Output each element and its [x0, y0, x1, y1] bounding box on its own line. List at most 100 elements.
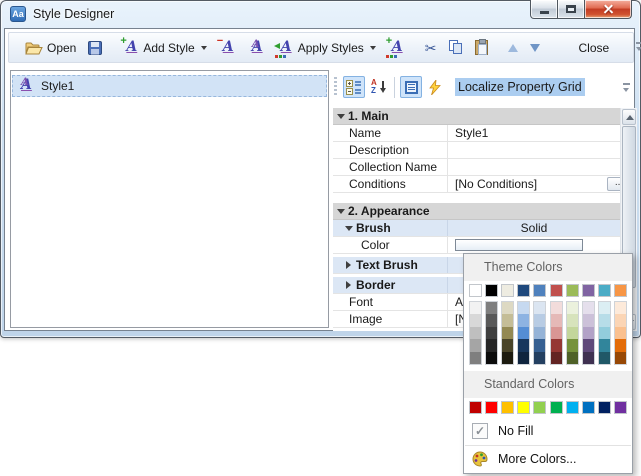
cut-button[interactable]: ✂	[420, 38, 442, 58]
color-variant-swatch[interactable]	[551, 314, 562, 326]
color-variant-swatch[interactable]	[486, 327, 497, 339]
color-variant-swatch[interactable]	[567, 352, 578, 364]
save-button[interactable]	[83, 38, 107, 58]
copy-button[interactable]	[444, 37, 468, 58]
color-swatch[interactable]	[582, 284, 595, 297]
color-variant-swatch[interactable]	[470, 302, 481, 314]
open-button[interactable]: Open	[20, 38, 81, 58]
color-variant-swatch[interactable]	[551, 302, 562, 314]
color-variant-swatch[interactable]	[583, 327, 594, 339]
color-variant-swatch[interactable]	[518, 352, 529, 364]
color-swatch[interactable]	[517, 401, 530, 414]
no-fill-menu-item[interactable]: ✓ No Fill	[464, 418, 632, 445]
color-swatch[interactable]	[614, 401, 627, 414]
color-swatch[interactable]	[598, 284, 611, 297]
color-variant-swatch[interactable]	[599, 352, 610, 364]
add-style-button[interactable]: A + Add Style	[117, 37, 211, 59]
paste-button[interactable]	[470, 37, 493, 58]
color-variant-swatch[interactable]	[567, 314, 578, 326]
category-appearance[interactable]: 2. Appearance	[333, 203, 637, 220]
color-variant-swatch[interactable]	[599, 327, 610, 339]
color-variant-swatch[interactable]	[583, 302, 594, 314]
color-variant-swatch[interactable]	[615, 314, 626, 326]
color-variant-swatch[interactable]	[583, 352, 594, 364]
color-variant-swatch[interactable]	[567, 302, 578, 314]
color-swatch[interactable]	[517, 284, 530, 297]
color-variant-swatch[interactable]	[502, 352, 513, 364]
property-value[interactable]: Style1	[455, 126, 488, 140]
color-swatch[interactable]	[582, 401, 595, 414]
color-variant-swatch[interactable]	[486, 339, 497, 351]
color-variant-swatch[interactable]	[486, 302, 497, 314]
close-dialog-button[interactable]: Close	[555, 38, 634, 58]
more-colors-menu-item[interactable]: More Colors...	[464, 446, 632, 473]
color-value-swatch[interactable]	[455, 239, 583, 251]
color-swatch[interactable]	[533, 401, 546, 414]
color-swatch[interactable]	[501, 284, 514, 297]
categorized-view-button[interactable]	[343, 76, 365, 98]
color-variant-swatch[interactable]	[534, 302, 545, 314]
color-variant-swatch[interactable]	[470, 352, 481, 364]
property-search-input[interactable]: Localize Property Grid	[455, 78, 585, 96]
color-variant-swatch[interactable]	[615, 339, 626, 351]
color-variant-swatch[interactable]	[502, 327, 513, 339]
color-variant-swatch[interactable]	[470, 314, 481, 326]
property-row-collection-name[interactable]: Collection Name	[333, 159, 637, 176]
toolbar-grip[interactable]	[334, 77, 337, 97]
color-swatch[interactable]	[533, 284, 546, 297]
remove-style-button[interactable]: A −	[214, 37, 241, 59]
color-variant-swatch[interactable]	[534, 352, 545, 364]
color-swatch[interactable]	[598, 401, 611, 414]
category-main[interactable]: 1. Main	[333, 108, 637, 125]
color-variant-swatch[interactable]	[615, 302, 626, 314]
color-swatch[interactable]	[550, 284, 563, 297]
color-swatch[interactable]	[566, 284, 579, 297]
color-swatch[interactable]	[469, 284, 482, 297]
events-button[interactable]	[424, 76, 446, 98]
property-row-conditions[interactable]: Conditions [No Conditions] ...	[333, 176, 637, 193]
color-variant-swatch[interactable]	[534, 327, 545, 339]
apply-styles-button[interactable]: A Apply Styles	[272, 37, 381, 59]
no-fill-checkbox[interactable]: ✓	[472, 423, 488, 439]
color-variant-swatch[interactable]	[583, 314, 594, 326]
maximize-button[interactable]	[557, 0, 585, 19]
color-variant-swatch[interactable]	[567, 327, 578, 339]
color-variant-swatch[interactable]	[518, 327, 529, 339]
color-swatch[interactable]	[550, 401, 563, 414]
edit-style-button[interactable]: A A	[243, 37, 270, 59]
color-variant-swatch[interactable]	[502, 339, 513, 351]
color-variant-swatch[interactable]	[470, 339, 481, 351]
color-variant-swatch[interactable]	[518, 302, 529, 314]
color-variant-swatch[interactable]	[534, 314, 545, 326]
color-variant-swatch[interactable]	[502, 314, 513, 326]
color-variant-swatch[interactable]	[551, 327, 562, 339]
color-variant-swatch[interactable]	[518, 314, 529, 326]
color-variant-swatch[interactable]	[567, 339, 578, 351]
style-list-item[interactable]: A A Style1	[12, 75, 327, 97]
property-row-description[interactable]: Description	[333, 142, 637, 159]
property-toolbar-overflow-button[interactable]	[622, 80, 632, 96]
color-variant-swatch[interactable]	[534, 339, 545, 351]
close-window-button[interactable]	[584, 0, 632, 19]
color-variant-swatch[interactable]	[551, 352, 562, 364]
scroll-up-button[interactable]	[622, 109, 636, 125]
color-swatch[interactable]	[485, 284, 498, 297]
color-variant-swatch[interactable]	[615, 352, 626, 364]
property-value[interactable]: [No Conditions]	[455, 177, 537, 191]
color-swatch[interactable]	[485, 401, 498, 414]
property-row-name[interactable]: Name Style1	[333, 125, 637, 142]
color-variant-swatch[interactable]	[470, 327, 481, 339]
move-down-button[interactable]	[525, 41, 545, 55]
move-up-button[interactable]	[503, 41, 523, 55]
color-variant-swatch[interactable]	[518, 339, 529, 351]
color-variant-swatch[interactable]	[551, 339, 562, 351]
color-variant-swatch[interactable]	[502, 302, 513, 314]
color-variant-swatch[interactable]	[583, 339, 594, 351]
color-variant-swatch[interactable]	[486, 314, 497, 326]
color-variant-swatch[interactable]	[615, 327, 626, 339]
color-variant-swatch[interactable]	[599, 314, 610, 326]
color-swatch[interactable]	[614, 284, 627, 297]
property-row-brush[interactable]: Brush Solid	[333, 220, 637, 237]
brush-type-value[interactable]: Solid	[521, 221, 548, 235]
property-row-color[interactable]: Color	[333, 237, 637, 254]
